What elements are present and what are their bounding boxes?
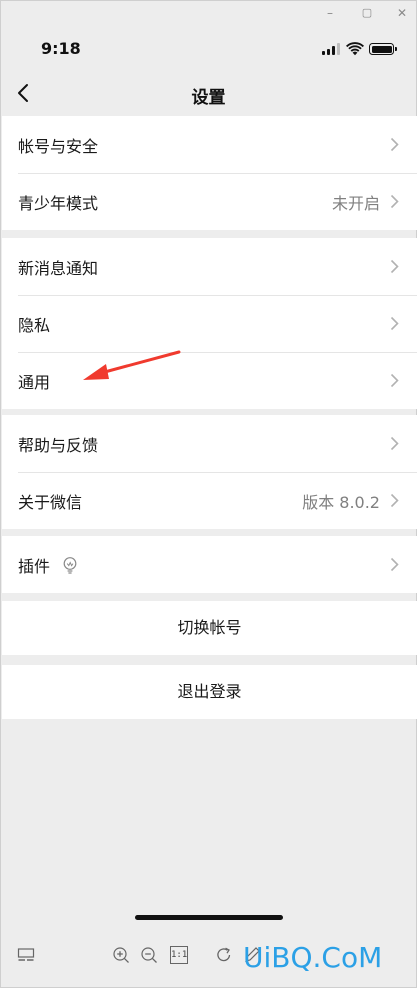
annotation-arrow-icon xyxy=(83,350,181,380)
lightbulb-icon xyxy=(63,557,77,574)
home-indicator xyxy=(135,915,283,920)
row-label: 青少年模式 xyxy=(18,193,99,213)
minimize-button[interactable]: – xyxy=(321,5,339,21)
row-label: 通用 xyxy=(18,372,51,392)
actual-size-icon[interactable]: 1:1 xyxy=(170,946,188,964)
settings-group-plugins: 插件 xyxy=(2,536,417,593)
row-value: 未开启 xyxy=(331,193,380,213)
switch-account-button[interactable]: 切换帐号 xyxy=(2,601,417,655)
chevron-right-icon xyxy=(390,373,399,388)
version-value: 版本 8.0.2 xyxy=(302,492,380,512)
zoom-in-icon[interactable] xyxy=(112,946,130,964)
chevron-right-icon xyxy=(390,194,399,209)
settings-row-privacy[interactable]: 隐私 xyxy=(2,295,417,352)
row-label: 新消息通知 xyxy=(18,258,99,278)
zoom-out-icon[interactable] xyxy=(140,946,158,964)
maximize-button[interactable]: ▢ xyxy=(358,5,376,21)
row-label: 帮助与反馈 xyxy=(18,435,99,455)
chevron-right-icon xyxy=(390,259,399,274)
status-bar: 9:18 xyxy=(1,27,416,71)
settings-group-account: 帐号与安全 青少年模式 未开启 xyxy=(2,116,417,230)
rotate-icon[interactable] xyxy=(215,946,233,964)
row-label: 关于微信 xyxy=(18,492,83,512)
battery-icon xyxy=(369,43,397,55)
row-label: 隐私 xyxy=(18,315,51,335)
nav-bar: 设置 xyxy=(1,71,416,116)
window-title-bar: – ▢ ✕ xyxy=(1,1,416,27)
row-label: 帐号与安全 xyxy=(18,136,99,156)
settings-row-teen-mode[interactable]: 青少年模式 未开启 xyxy=(2,173,417,230)
chevron-right-icon xyxy=(390,436,399,451)
settings-group-about: 帮助与反馈 关于微信 版本 8.0.2 xyxy=(2,415,417,529)
settings-group-general: 新消息通知 隐私 通用 xyxy=(2,238,417,409)
logout-button[interactable]: 退出登录 xyxy=(2,665,417,719)
page-title: 设置 xyxy=(191,88,226,108)
cellular-signal-icon xyxy=(322,43,342,55)
settings-row-general[interactable]: 通用 xyxy=(2,352,417,409)
status-time: 9:18 xyxy=(41,39,81,58)
watermark-text: UiBQ.CoM xyxy=(243,941,383,974)
layout-icon[interactable] xyxy=(17,946,35,964)
wifi-icon xyxy=(346,42,364,56)
chevron-right-icon xyxy=(390,316,399,331)
chevron-right-icon xyxy=(390,137,399,152)
chevron-right-icon xyxy=(390,557,399,572)
app-window: – ▢ ✕ 9:18 设置 帐号与安全 青少年模式 未开启 新消息通知 隐私 通… xyxy=(0,0,417,988)
settings-row-notifications[interactable]: 新消息通知 xyxy=(2,238,417,295)
settings-row-about-wechat[interactable]: 关于微信 版本 8.0.2 xyxy=(2,472,417,529)
chevron-right-icon xyxy=(390,493,399,508)
settings-row-plugins[interactable]: 插件 xyxy=(2,536,417,593)
settings-row-account-security[interactable]: 帐号与安全 xyxy=(2,116,417,173)
close-button[interactable]: ✕ xyxy=(393,5,411,21)
settings-row-help-feedback[interactable]: 帮助与反馈 xyxy=(2,415,417,472)
row-label: 插件 xyxy=(18,556,51,576)
